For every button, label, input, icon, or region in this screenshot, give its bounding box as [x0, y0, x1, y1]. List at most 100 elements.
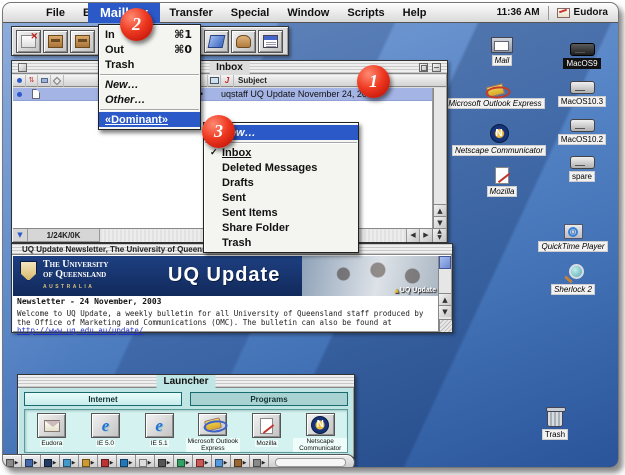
desktop-icon-mail[interactable]: Mail — [467, 37, 537, 66]
tv-module-icon[interactable]: ▶ — [117, 455, 136, 468]
desktop-pattern-module-icon[interactable]: ▶ — [136, 455, 155, 468]
mailbox-size-popup[interactable]: ▼ — [13, 229, 28, 242]
drive-dark-icon — [570, 43, 595, 56]
mozilla-icon[interactable] — [252, 413, 281, 438]
scroll-down-icon[interactable]: ▼ — [439, 305, 451, 317]
desktop-icon-label: spare — [569, 171, 595, 182]
menu-special[interactable]: Special — [222, 3, 279, 23]
ie-icon[interactable]: e — [145, 413, 174, 438]
menu-window[interactable]: Window — [278, 3, 338, 23]
desktop-icon-spare[interactable]: spare — [547, 156, 617, 182]
server-module-icon[interactable]: ▶ — [250, 455, 269, 468]
control-strip[interactable]: ▶▶▶▶▶▶▶▶▶▶▶▶▶▶ — [3, 454, 355, 468]
menu-item-sent[interactable]: Sent — [204, 190, 358, 205]
launcher-item-microsoft-outlook-express[interactable]: Microsoft Outlook Express — [186, 410, 240, 452]
menu-item-new-[interactable]: New… — [99, 77, 200, 92]
monitor-depth-module-icon[interactable]: ▶ — [41, 455, 60, 468]
menu-item-deleted-messages[interactable]: Deleted Messages — [204, 160, 358, 175]
directory-button[interactable] — [231, 30, 256, 53]
desktop-icon-label: MacOS10.3 — [558, 96, 606, 107]
launcher-tab-internet[interactable]: Internet — [24, 392, 182, 406]
scroll-down-icon[interactable]: ▼ — [434, 216, 446, 228]
collapse-box-icon[interactable] — [432, 63, 441, 72]
zoom-box-icon[interactable] — [419, 63, 428, 72]
desktop-icon-quicktime-player[interactable]: QQuickTime Player — [538, 224, 608, 252]
menu-item-drafts[interactable]: Drafts — [204, 175, 358, 190]
drive-icon — [570, 156, 595, 169]
desktop-icon-label: QuickTime Player — [538, 241, 607, 252]
application-menu[interactable]: Eudora — [549, 7, 618, 18]
scroll-up-icon[interactable]: ▲ — [434, 204, 446, 216]
desktop-icon-sherlock-2[interactable]: Sherlock 2 — [538, 264, 608, 295]
scroll-up-icon[interactable]: ▲ — [439, 293, 451, 305]
scroll-right-icon[interactable]: ▶ — [419, 229, 432, 242]
desktop-icon-macos9[interactable]: MacOS9 — [547, 43, 617, 69]
oe-icon[interactable] — [198, 413, 227, 436]
newsletter-link[interactable]: http://www.uq.edu.au/update/ — [17, 326, 143, 335]
printer-module-icon[interactable]: ▶ — [155, 455, 174, 468]
apple-menu-icon[interactable] — [15, 6, 27, 19]
trash-icon — [547, 409, 563, 427]
subject-column-header[interactable]: Subject — [234, 76, 267, 85]
menu-item-sent-items[interactable]: Sent Items — [204, 205, 358, 220]
newsletter-body: Welcome to UQ Update, a weekly bulletin … — [13, 308, 440, 331]
menu-item-trash[interactable]: Trash — [204, 235, 358, 250]
desktop-icon-macos10-3[interactable]: MacOS10.3 — [547, 81, 617, 107]
file-sharing-module-icon[interactable]: ▶ — [60, 455, 79, 468]
desktop-icon-netscape-communicator[interactable]: NNetscape Communicator — [464, 124, 534, 156]
launcher-item-ie-5-1[interactable]: eIE 5.1 — [132, 410, 186, 452]
keychain-module-icon[interactable]: ▶ — [79, 455, 98, 468]
in-mailbox-button[interactable] — [43, 30, 68, 53]
launcher-title-bar[interactable]: Launcher — [18, 375, 354, 388]
resize-grip-icon[interactable] — [439, 319, 452, 332]
web-module-icon[interactable]: ▶ — [174, 455, 193, 468]
split-pane-icon[interactable]: ▲▼ — [432, 229, 446, 242]
eudora-icon[interactable] — [37, 413, 66, 438]
schedule-button[interactable] — [258, 30, 283, 53]
date-module-icon[interactable]: ▶ — [98, 455, 117, 468]
scroll-left-icon[interactable]: ◀ — [406, 229, 419, 242]
launcher-item-mozilla[interactable]: Mozilla — [240, 410, 294, 452]
address-book-button[interactable] — [204, 30, 229, 53]
ie-icon[interactable]: e — [91, 413, 120, 438]
desktop-icon-microsoft-outlook-express[interactable]: Microsoft Outlook Express — [460, 85, 530, 109]
annotation-balloon-1: 1 — [357, 65, 390, 98]
window-module-icon[interactable]: ▶ — [3, 455, 22, 468]
menu-edit[interactable]: Edit — [74, 3, 88, 23]
server-status-icon — [210, 77, 219, 84]
desktop-icon-label: Sherlock 2 — [551, 284, 595, 295]
menu-item-other-[interactable]: Other… — [99, 92, 200, 107]
menu-item-inbox[interactable]: ✓Inbox — [204, 145, 358, 160]
launcher-item-netscape-communicator[interactable]: NNetscape Communicator — [293, 410, 347, 452]
vertical-scrollbar[interactable]: ▲ ▼ — [433, 88, 446, 228]
menu-separator — [100, 109, 199, 110]
desktop-icon-macos10-2[interactable]: MacOS10.2 — [547, 119, 617, 145]
microphone-module-icon[interactable]: ▶ — [231, 455, 250, 468]
menu-transfer[interactable]: Transfer — [160, 3, 221, 23]
launcher-item-ie-5-0[interactable]: eIE 5.0 — [79, 410, 133, 452]
menu-item-share-folder[interactable]: Share Folder — [204, 220, 358, 235]
scrollbar-thumb[interactable] — [439, 256, 451, 269]
sound-volume-module-icon[interactable]: ▶ — [212, 455, 231, 468]
desktop-icon-mozilla[interactable]: Mozilla — [467, 167, 537, 197]
launcher-tab-programs[interactable]: Programs — [190, 392, 348, 406]
annotation-balloon-3: 3 — [202, 115, 235, 148]
energy-module-icon[interactable]: ▶ — [193, 455, 212, 468]
menu-scripts[interactable]: Scripts — [338, 3, 393, 23]
netscape-icon[interactable]: N — [306, 413, 335, 436]
menu-item-out[interactable]: Out⌘0 — [99, 42, 200, 57]
clock-module-icon[interactable]: ▶ — [22, 455, 41, 468]
control-strip-handle[interactable] — [275, 458, 346, 467]
menu-item--dominant-[interactable]: «Dominant» — [99, 112, 200, 127]
menu-help[interactable]: Help — [394, 3, 436, 23]
uq-crest-icon — [20, 261, 37, 281]
out-mailbox-button[interactable] — [70, 30, 95, 53]
eudora-app-icon — [557, 8, 570, 18]
launcher-item-eudora[interactable]: Eudora — [25, 410, 79, 452]
unread-dot-icon — [17, 92, 22, 97]
close-box-icon[interactable] — [18, 63, 27, 72]
menu-item-trash[interactable]: Trash — [99, 57, 200, 72]
trash-message-button[interactable] — [16, 30, 41, 53]
desktop-icon-trash[interactable]: Trash — [520, 409, 590, 440]
menu-file[interactable]: File — [37, 3, 74, 23]
